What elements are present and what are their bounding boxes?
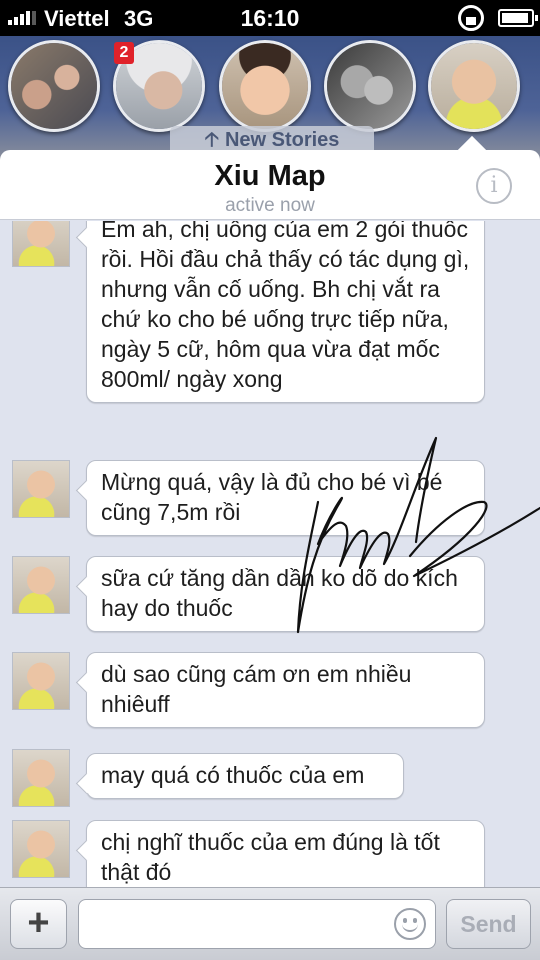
message-composer: + Send [0, 887, 540, 960]
add-attachment-button[interactable]: + [10, 899, 67, 949]
story-avatar-active[interactable] [428, 40, 520, 132]
message-input[interactable] [78, 899, 436, 949]
smiley-icon[interactable] [394, 908, 426, 940]
new-stories-button[interactable]: 🡡 New Stories [170, 126, 374, 152]
message-bubble[interactable]: chị nghĩ thuốc của em đúng là tốt thật đ… [86, 820, 485, 887]
story-avatar[interactable] [324, 40, 416, 132]
message-bubble[interactable]: may quá có thuốc của em [86, 753, 404, 799]
message-bubble[interactable]: Mừng quá, vậy là đủ cho bé vì bé cũng 7,… [86, 460, 485, 536]
sender-avatar[interactable] [12, 652, 70, 710]
battery-icon [498, 9, 538, 27]
new-stories-label: New Stories [224, 129, 340, 151]
sender-avatar[interactable] [12, 749, 70, 807]
sender-avatar[interactable] [12, 556, 70, 614]
story-avatar[interactable] [219, 40, 311, 132]
message-thread[interactable]: Em ah, chị uống của em 2 gói thuốc rồi. … [0, 221, 540, 887]
message-bubble[interactable]: sữa cứ tăng dần dần ko dõ do kích hay do… [86, 556, 485, 632]
message-bubble[interactable]: dù sao cũng cám ơn em nhiều nhiêuff [86, 652, 485, 728]
sender-avatar[interactable] [12, 460, 70, 518]
story-avatar[interactable] [8, 40, 100, 132]
send-button[interactable]: Send [446, 899, 531, 949]
plus-icon: + [27, 902, 50, 944]
status-bar: Viettel 3G 16:10 [0, 0, 540, 36]
rotation-lock-icon [458, 5, 484, 31]
sender-avatar[interactable] [12, 820, 70, 878]
message-bubble[interactable]: Em ah, chị uống của em 2 gói thuốc rồi. … [86, 221, 485, 403]
info-icon[interactable]: i [476, 168, 512, 204]
sender-avatar[interactable] [12, 221, 70, 267]
chat-header: Xiu Map active now i [0, 135, 540, 220]
contact-name: Xiu Map [214, 160, 326, 192]
notification-badge: 2 [114, 42, 134, 64]
presence-status: active now [225, 195, 315, 216]
